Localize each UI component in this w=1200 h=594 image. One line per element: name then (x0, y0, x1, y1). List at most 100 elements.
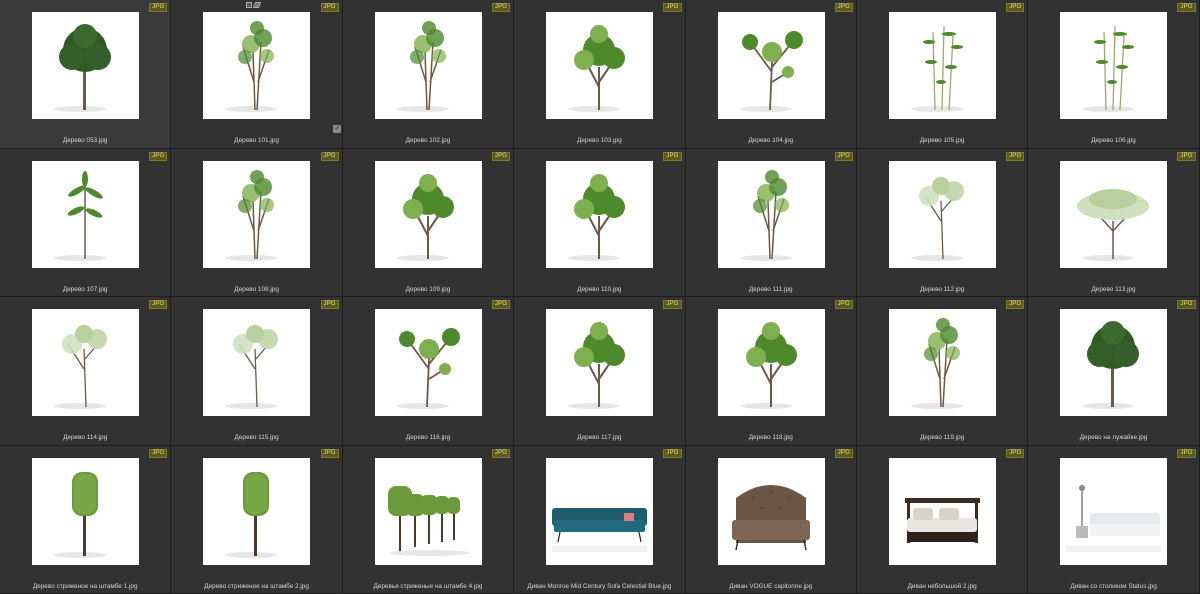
thumbnail-caption: Дерево 116.jpg (405, 434, 451, 441)
thumbnail-item[interactable]: JPG Дерево 104.jpg (685, 0, 857, 149)
thumbnail-item[interactable]: JPG Дерево на лужайке.jpg (1028, 297, 1200, 446)
file-type-badge: JPG (1177, 448, 1196, 458)
file-type-badge: JPG (320, 3, 339, 12)
file-type-badge: JPG (491, 448, 511, 458)
thumbnail-image[interactable] (374, 12, 482, 119)
thumbnail-item[interactable]: JPG Дерево 119.jpg (856, 297, 1029, 446)
thumbnail-grid: JPG Дерево 053.jpg JPG Дерево 101.jpg ✓ JPG… (0, 0, 1200, 594)
file-type-badge: JPG (491, 151, 511, 161)
thumbnail-image[interactable] (1060, 309, 1168, 416)
thumbnail-item[interactable]: JPG Дерево 113.jpg (1028, 148, 1200, 297)
thumbnail-item[interactable]: JPG Дерево 107.jpg (0, 148, 172, 297)
file-type-badge: JPG (149, 300, 168, 309)
thumbnail-caption: Диван Monroe Mid Century Sofa Celestial … (527, 582, 672, 590)
thumbnail-image[interactable] (32, 12, 139, 119)
thumbnail-item[interactable]: JPG Дерево 110.jpg (514, 148, 686, 297)
file-type-badge: JPG (320, 448, 339, 458)
thumbnail-item[interactable]: JPG Дерево 103.jpg (514, 0, 686, 149)
thumbnail-caption: Дерево 108.jpg (234, 285, 279, 293)
file-type-badge: JPG (663, 3, 682, 12)
file-type-badge: JPG (491, 300, 511, 309)
thumbnail-caption: Дерево стриженое на штамбе 1.jpg (32, 582, 138, 590)
thumbnail-item[interactable]: JPG Дерево 117.jpg (514, 297, 686, 446)
thumbnail-image[interactable] (203, 12, 311, 119)
thumbnail-caption: Дерево 102.jpg (405, 137, 451, 144)
thumbnail-image[interactable] (32, 160, 139, 268)
thumbnail-item[interactable]: JPG Дерево 106.jpg (1028, 0, 1200, 149)
checkbox-checked-icon[interactable]: ✓ (333, 125, 342, 133)
thumbnail-item[interactable]: JPG Дерево 115.jpg (171, 297, 343, 446)
thumbnail-image[interactable] (717, 457, 825, 565)
thumbnail-caption: Дерево 112.jpg (920, 285, 965, 293)
thumbnail-image[interactable] (203, 309, 311, 416)
thumbnail-image[interactable] (888, 309, 996, 416)
thumbnail-item[interactable]: JPG Дерево 053.jpg (0, 0, 172, 149)
thumbnail-caption: Диван небольшой 2.jpg (907, 582, 977, 590)
thumbnail-caption: Дерево 109.jpg (405, 285, 451, 293)
file-type-badge: JPG (663, 300, 682, 309)
thumbnail-caption: Дерево 117.jpg (577, 434, 622, 441)
thumbnail-item[interactable]: JPG Диван со столиком Status.jpg (1028, 445, 1200, 594)
thumbnail-item[interactable]: JPG Дерево стриженое на штамбе 1.jpg (0, 445, 172, 594)
thumbnail-caption: Дерево 119.jpg (920, 434, 965, 441)
thumbnail-item[interactable]: JPG Дерево 112.jpg (856, 148, 1029, 297)
thumbnail-caption: Диван со столиком Status.jpg (1070, 582, 1157, 590)
thumbnail-caption: Дерево 114.jpg (63, 434, 108, 441)
thumbnail-image[interactable] (717, 309, 825, 416)
thumbnail-image[interactable] (717, 12, 825, 119)
thumbnail-item[interactable]: JPG Диван Monroe Mid Century Sofa Celesti… (514, 445, 686, 594)
thumbnail-image[interactable] (374, 457, 482, 565)
thumbnail-item[interactable]: JPG Диван небольшой 2.jpg (856, 445, 1029, 594)
thumbnail-caption: Дерево 115.jpg (234, 434, 279, 441)
square-select-icon[interactable] (246, 2, 253, 8)
thumbnail-item[interactable]: JPG Дерево 109.jpg (342, 148, 515, 297)
thumbnail-image[interactable] (546, 457, 654, 565)
file-type-badge: JPG (1177, 300, 1196, 309)
thumbnail-image[interactable] (546, 160, 654, 268)
thumbnail-item[interactable]: JPG Дерево 118.jpg (685, 297, 857, 446)
thumbnail-image[interactable] (374, 309, 482, 416)
file-type-badge: JPG (320, 151, 339, 161)
thumbnail-image[interactable] (546, 12, 654, 119)
thumbnail-image[interactable] (203, 160, 311, 268)
thumbnail-image[interactable] (1060, 12, 1168, 119)
thumbnail-item[interactable]: JPG Дерево 101.jpg ✓ (171, 0, 343, 149)
thumbnail-item[interactable]: JPG Дерево 111.jpg (685, 148, 857, 297)
file-type-badge: JPG (320, 300, 339, 309)
thumbnail-image[interactable] (374, 160, 482, 268)
thumbnail-item[interactable]: JPG Дерево 108.jpg (171, 148, 343, 297)
thumbnail-image[interactable] (203, 457, 311, 565)
thumbnail-image[interactable] (32, 309, 139, 416)
thumbnail-item[interactable]: JPG Дерево 105.jpg (856, 0, 1029, 149)
file-type-badge: JPG (834, 448, 853, 458)
file-type-badge: JPG (1006, 448, 1025, 458)
thumbnail-caption: Дерево на лужайке.jpg (1079, 434, 1148, 441)
thumbnail-caption: Диван VOGUE capitonne.jpg (729, 582, 813, 590)
file-type-badge: JPG (149, 448, 168, 458)
file-type-badge: JPG (1006, 300, 1025, 309)
thumbnail-image[interactable] (1060, 160, 1168, 268)
file-type-badge: JPG (663, 151, 682, 161)
thumbnail-image[interactable] (717, 160, 825, 268)
thumbnail-item[interactable]: JPG Дерево стриженое на штамбе 2.jpg (171, 445, 343, 594)
thumbnail-image[interactable] (1060, 457, 1168, 565)
thumbnail-item[interactable]: JPG Деревья стриженые на штамбе 4.jpg (342, 445, 515, 594)
thumbnail-image[interactable] (888, 12, 996, 119)
file-type-badge: JPG (149, 3, 168, 12)
thumbnail-item[interactable]: JPG Дерево 116.jpg (342, 297, 515, 446)
thumbnail-caption: Дерево 103.jpg (577, 137, 622, 144)
thumbnail-image[interactable] (546, 309, 654, 416)
thumbnail-image[interactable] (32, 457, 139, 565)
pen-icon[interactable] (253, 2, 262, 8)
thumbnail-caption: Дерево 110.jpg (577, 285, 622, 293)
thumbnail-caption: Деревья стриженые на штамбе 4.jpg (373, 582, 483, 590)
file-type-badge: JPG (491, 3, 511, 12)
thumbnail-caption: Дерево 118.jpg (748, 434, 793, 441)
thumbnail-image[interactable] (888, 457, 996, 565)
thumbnail-caption: Дерево 111.jpg (748, 285, 793, 293)
thumbnail-item[interactable]: JPG Дерево 102.jpg (342, 0, 515, 149)
thumbnail-caption: Дерево 105.jpg (919, 137, 965, 144)
thumbnail-item[interactable]: JPG Дерево 114.jpg (0, 297, 172, 446)
thumbnail-item[interactable]: JPG Диван VOGUE capitonne.jpg (685, 445, 857, 594)
thumbnail-image[interactable] (888, 160, 996, 268)
